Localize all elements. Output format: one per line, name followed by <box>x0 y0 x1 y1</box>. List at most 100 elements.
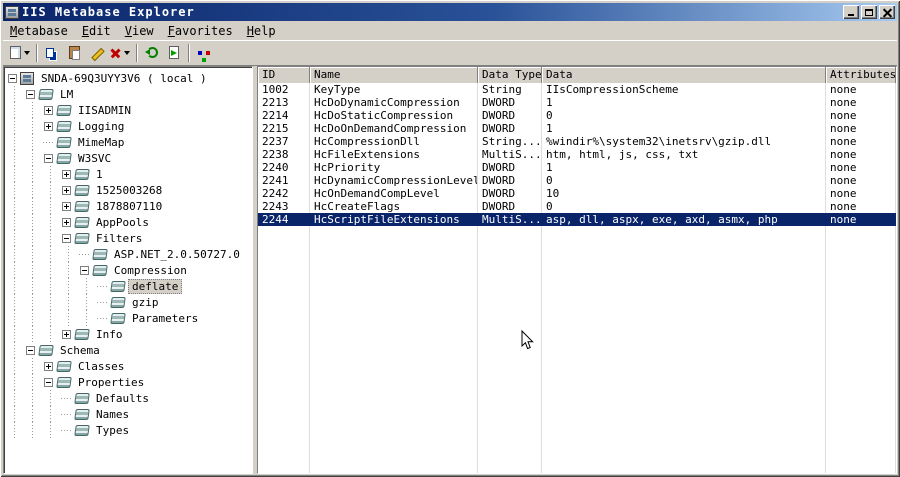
tree-indent-guide <box>6 422 24 438</box>
refresh-button[interactable] <box>141 42 163 64</box>
table-row-2214[interactable]: 2214 HcDoStaticCompression DWORD 0 none <box>258 109 896 122</box>
tree-item-classes[interactable]: Classes <box>6 358 252 374</box>
expand-toggle-icon[interactable] <box>62 217 71 227</box>
tree-indent-guide <box>42 182 60 198</box>
expand-toggle-icon[interactable] <box>44 105 53 115</box>
tree-item-1878807110[interactable]: 1878807110 <box>6 198 252 214</box>
expand-toggle-icon[interactable] <box>62 169 71 179</box>
table-row-1002[interactable]: 1002 KeyType String IIsCompressionScheme non… <box>258 83 896 96</box>
tree-item-names[interactable]: Names <box>6 406 252 422</box>
tree-item-info[interactable]: Info <box>6 326 252 342</box>
tree-connector <box>60 422 72 438</box>
table-row-2244[interactable]: 2244 HcScriptFileExtensions MultiS... asp, … <box>258 213 896 226</box>
table-cell <box>258 226 310 239</box>
tree-indent-guide <box>6 294 24 310</box>
column-header-data-type[interactable]: Data Type <box>478 67 542 83</box>
table-row-2243[interactable]: 2243 HcCreateFlags DWORD 0 none <box>258 200 896 213</box>
tree-item-w3svc[interactable]: W3SVC <box>6 150 252 166</box>
expand-toggle-icon[interactable] <box>44 121 53 131</box>
table-cell <box>258 291 310 304</box>
table-row-2215[interactable]: 2215 HcDoOnDemandCompression DWORD 1 none <box>258 122 896 135</box>
tree-item-iisadmin[interactable]: IISADMIN <box>6 102 252 118</box>
column-header-id[interactable]: ID <box>258 67 310 83</box>
tree-item-filters[interactable]: Filters <box>6 230 252 246</box>
paste-button[interactable] <box>63 42 85 64</box>
table-cell <box>310 421 478 434</box>
main-content: SNDA-69Q3UYY3V6 ( local ) LM IISADMIN Loggi… <box>3 66 897 474</box>
window-title: IIS Metabase Explorer <box>22 5 195 19</box>
tree-indent-guide <box>6 134 24 150</box>
tree-item-asp-net-2-0-50727-0[interactable]: ASP.NET_2.0.50727.0 <box>6 246 252 262</box>
column-header-data[interactable]: Data <box>542 67 826 83</box>
new-icon <box>10 46 21 59</box>
tree-item-logging[interactable]: Logging <box>6 118 252 134</box>
tree-indent-guide <box>6 358 24 374</box>
expand-toggle-icon[interactable] <box>62 185 71 195</box>
tree-item-compression[interactable]: Compression <box>6 262 252 278</box>
tree-item-snda-69q3uyy3v6-local[interactable]: SNDA-69Q3UYY3V6 ( local ) <box>6 70 252 86</box>
script-button[interactable] <box>163 42 185 64</box>
table-row-2242[interactable]: 2242 HcOnDemandCompLevel DWORD 10 none <box>258 187 896 200</box>
table-cell: 2213 <box>258 96 310 109</box>
menu-item-view[interactable]: View <box>118 23 161 39</box>
expand-toggle-icon[interactable] <box>62 201 71 211</box>
expand-toggle-icon[interactable] <box>44 361 53 371</box>
tree-item-lm[interactable]: LM <box>6 86 252 102</box>
table-cell: DWORD <box>478 122 542 135</box>
collapse-toggle-icon[interactable] <box>44 377 53 387</box>
maximize-button[interactable] <box>861 5 877 19</box>
column-header-name[interactable]: Name <box>310 67 478 83</box>
tree-item-properties[interactable]: Properties <box>6 374 252 390</box>
table-cell <box>310 460 478 473</box>
table-cell <box>542 278 826 291</box>
tree-indent-guide <box>42 166 60 182</box>
table-row-2213[interactable]: 2213 HcDoDynamicCompression DWORD 1 none <box>258 96 896 109</box>
tree-item-gzip[interactable]: gzip <box>6 294 252 310</box>
menu-item-favorites[interactable]: Favorites <box>161 23 240 39</box>
tree-item-parameters[interactable]: Parameters <box>6 310 252 326</box>
table-row-2237[interactable]: 2237 HcCompressionDll String... %windir%\sy… <box>258 135 896 148</box>
column-header-attributes[interactable]: Attributes <box>826 67 896 83</box>
tree-item-1525003268[interactable]: 1525003268 <box>6 182 252 198</box>
table-cell <box>258 434 310 447</box>
empty-row <box>258 395 896 408</box>
close-button[interactable] <box>879 5 895 19</box>
tree-item-1[interactable]: 1 <box>6 166 252 182</box>
table-row-2240[interactable]: 2240 HcPriority DWORD 1 none <box>258 161 896 174</box>
table-cell <box>826 408 896 421</box>
collapse-toggle-icon[interactable] <box>44 153 53 163</box>
table-cell: none <box>826 83 896 96</box>
connect-button[interactable] <box>193 42 215 64</box>
tree-item-apppools[interactable]: AppPools <box>6 214 252 230</box>
collapse-toggle-icon[interactable] <box>80 265 89 275</box>
collapse-toggle-icon[interactable] <box>62 233 71 243</box>
menu-item-edit[interactable]: Edit <box>75 23 118 39</box>
tree-item-deflate[interactable]: deflate <box>6 278 252 294</box>
collapse-toggle-icon[interactable] <box>26 345 35 355</box>
table-cell <box>310 447 478 460</box>
db-icon <box>110 312 126 324</box>
collapse-toggle-icon[interactable] <box>8 73 17 83</box>
expand-toggle-icon[interactable] <box>62 329 71 339</box>
delete-button[interactable] <box>107 42 133 64</box>
dropdown-arrow-icon <box>24 50 30 55</box>
copy-button[interactable] <box>41 42 63 64</box>
app-window: IIS Metabase Explorer Metabase Edit View Fa… <box>0 0 900 477</box>
new-key-button[interactable] <box>7 42 33 64</box>
table-cell: HcPriority <box>310 161 478 174</box>
minimize-button[interactable] <box>843 5 859 19</box>
menu-item-metabase[interactable]: Metabase <box>3 23 75 39</box>
table-row-2238[interactable]: 2238 HcFileExtensions MultiS... htm, html, … <box>258 148 896 161</box>
tree-indent-guide <box>24 326 42 342</box>
collapse-toggle-icon[interactable] <box>26 89 35 99</box>
tree-item-types[interactable]: Types <box>6 422 252 438</box>
menu-item-help[interactable]: Help <box>240 23 283 39</box>
table-cell <box>258 408 310 421</box>
tree-item-defaults[interactable]: Defaults <box>6 390 252 406</box>
table-row-2241[interactable]: 2241 HcDynamicCompressionLevel DWORD 0 none <box>258 174 896 187</box>
title-bar[interactable]: IIS Metabase Explorer <box>3 3 897 21</box>
tree-item-mimemap[interactable]: MimeMap <box>6 134 252 150</box>
tree-item-schema[interactable]: Schema <box>6 342 252 358</box>
edit-button[interactable] <box>85 42 107 64</box>
table-cell <box>826 382 896 395</box>
